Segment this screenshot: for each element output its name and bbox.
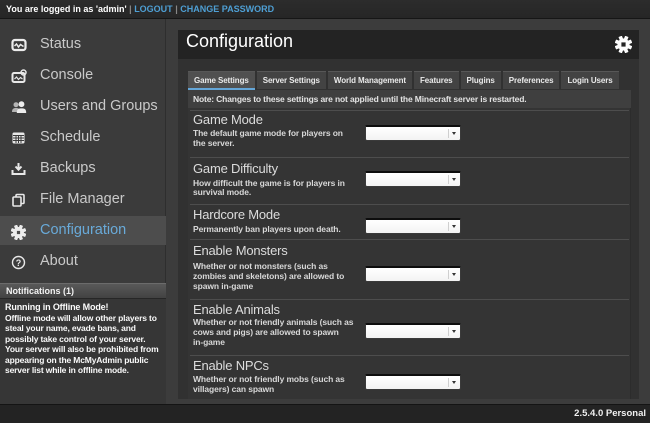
svg-text:?: ? xyxy=(16,258,22,268)
